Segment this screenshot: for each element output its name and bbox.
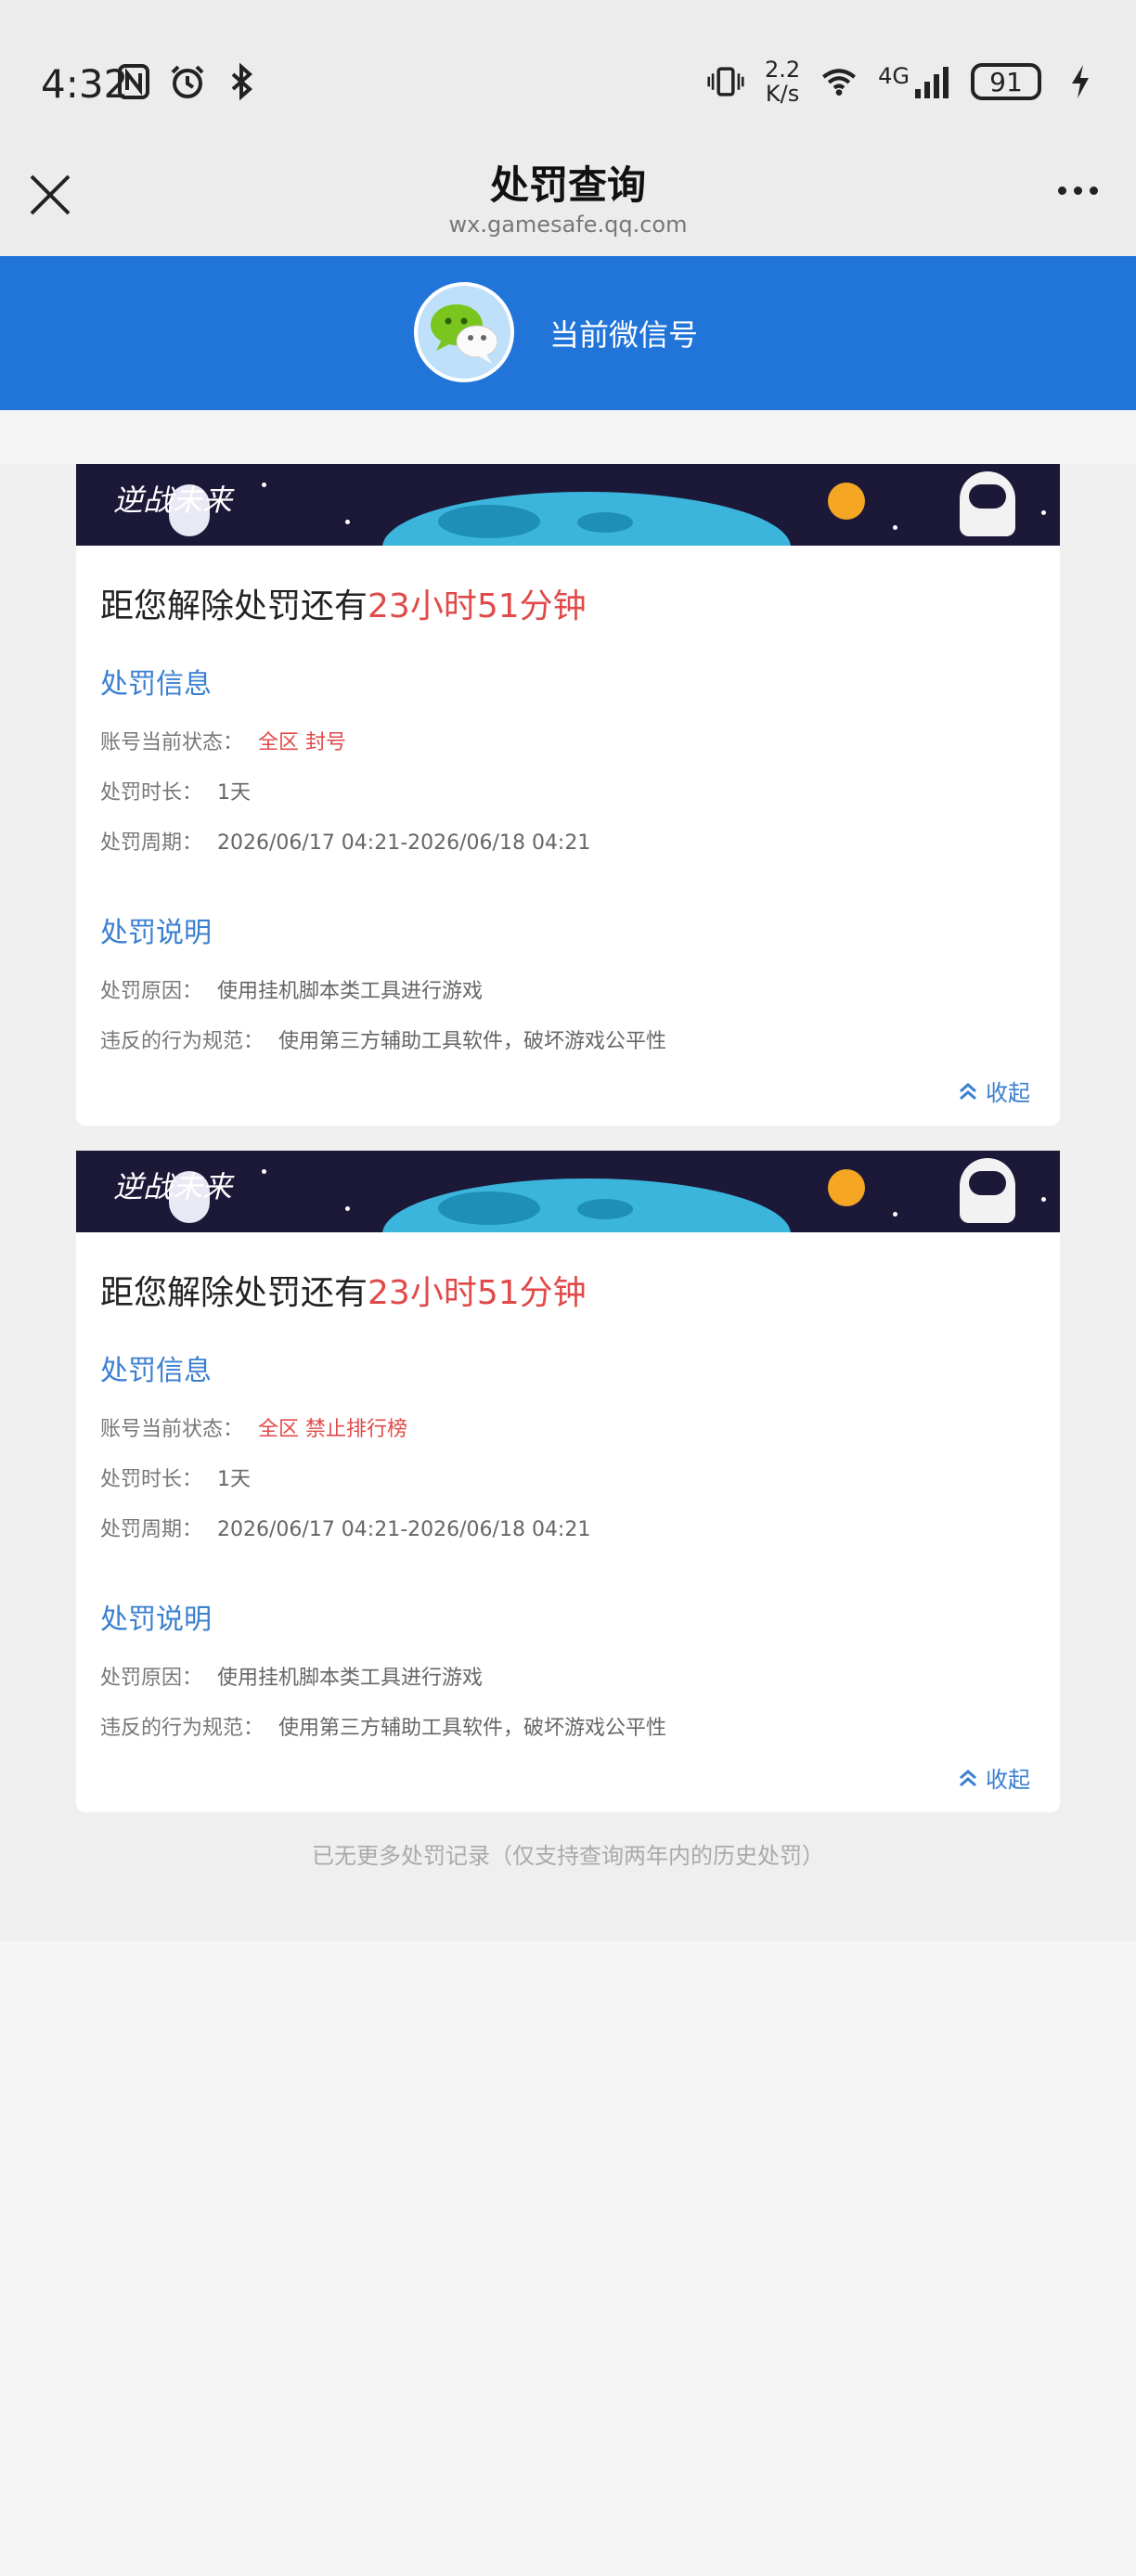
status-right-icons: 2.2 K/s 4G 91	[707, 58, 1099, 106]
penalty-card: 逆战未来 距您解除处罚还有23小时51分钟 处罚信息 账号当前状态： 全区 封号 …	[76, 464, 1060, 1126]
small-planet-illustration	[828, 483, 865, 520]
penalty-desc-title: 处罚说明	[100, 917, 212, 949]
wifi-icon	[820, 61, 858, 102]
collapse-button[interactable]: 收起	[100, 1761, 1036, 1794]
period-row: 处罚周期： 2026/06/17 04:21-2026/06/18 04:21	[100, 1518, 591, 1541]
reason-row: 处罚原因： 使用挂机脚本类工具进行游戏	[100, 1667, 484, 1690]
star	[1041, 510, 1046, 515]
network-speed: 2.2 K/s	[764, 57, 801, 107]
more-dot-icon	[1058, 186, 1066, 195]
collapse-button[interactable]: 收起	[100, 1075, 1036, 1107]
period-row: 处罚周期： 2026/06/17 04:21-2026/06/18 04:21	[100, 831, 591, 855]
page-title: 处罚查询	[489, 162, 646, 208]
planet-crater	[577, 1199, 633, 1219]
account-status-row: 账号当前状态： 全区 禁止排行榜	[100, 1418, 408, 1441]
astronaut-visor	[969, 484, 1006, 509]
star	[345, 520, 350, 524]
reason-row: 处罚原因： 使用挂机脚本类工具进行游戏	[100, 980, 484, 1003]
game-name: 逆战未来	[113, 483, 233, 518]
content-top-strip	[0, 410, 1136, 464]
planet-crater	[577, 512, 633, 533]
countdown-text: 距您解除处罚还有23小时51分钟	[100, 1274, 587, 1312]
current-wechat-label: 当前微信号	[549, 317, 699, 353]
nav-bar: 处罚查询 wx.gamesafe.qq.com	[0, 148, 1136, 256]
star	[1041, 1197, 1046, 1202]
cellular-signal-icon: 4G	[878, 63, 950, 100]
penalty-info-title: 处罚信息	[100, 668, 212, 701]
vibrate-icon	[707, 61, 744, 102]
duration-row: 处罚时长： 1天	[100, 781, 252, 805]
star	[262, 483, 266, 487]
page-url: wx.gamesafe.qq.com	[448, 212, 688, 238]
card-header-image: 逆战未来	[76, 1151, 1060, 1232]
countdown-text: 距您解除处罚还有23小时51分钟	[100, 587, 587, 625]
astronaut-visor	[969, 1171, 1006, 1195]
more-dot-icon	[1074, 186, 1082, 195]
game-name: 逆战未来	[113, 1169, 233, 1204]
status-bar: 4:32 2.2 K/s 4G 91	[0, 0, 1136, 148]
penalty-card: 逆战未来 距您解除处罚还有23小时51分钟 处罚信息 账号当前状态： 全区 禁止排…	[76, 1151, 1060, 1812]
star	[893, 1212, 897, 1217]
nfc-icon	[115, 61, 152, 102]
double-chevron-up-icon	[960, 1770, 977, 1787]
penalty-desc-title: 处罚说明	[100, 1604, 212, 1636]
wechat-avatar	[414, 282, 514, 382]
planet-crater	[438, 505, 540, 538]
account-status-value: 全区 封号	[258, 731, 347, 754]
card-header-image: 逆战未来	[76, 464, 1060, 546]
more-dot-icon	[1090, 186, 1098, 195]
account-status-value: 全区 禁止排行榜	[258, 1418, 408, 1441]
charging-icon	[1062, 61, 1099, 102]
star	[262, 1169, 266, 1174]
status-left-icons	[115, 61, 260, 102]
battery-indicator: 91	[971, 63, 1041, 100]
account-banner: 当前微信号	[0, 256, 1136, 410]
countdown-value: 23小时51分钟	[368, 1274, 587, 1312]
small-planet-illustration	[828, 1169, 865, 1206]
star	[345, 1206, 350, 1211]
star	[893, 525, 897, 530]
no-more-records-note: 已无更多处罚记录（仅支持查询两年内的历史处罚）	[312, 1843, 824, 1869]
wechat-icon	[431, 304, 498, 364]
more-button[interactable]	[1058, 176, 1108, 204]
rule-row: 违反的行为规范： 使用第三方辅助工具软件，破坏游戏公平性	[100, 1717, 667, 1740]
account-status-row: 账号当前状态： 全区 封号	[100, 731, 347, 754]
countdown-value: 23小时51分钟	[368, 587, 587, 625]
rule-row: 违反的行为规范： 使用第三方辅助工具软件，破坏游戏公平性	[100, 1030, 667, 1053]
penalty-info-title: 处罚信息	[100, 1355, 212, 1387]
alarm-icon	[169, 61, 206, 102]
planet-crater	[438, 1191, 540, 1225]
double-chevron-up-icon	[960, 1083, 977, 1101]
duration-row: 处罚时长： 1天	[100, 1468, 252, 1491]
bluetooth-icon	[223, 61, 260, 102]
